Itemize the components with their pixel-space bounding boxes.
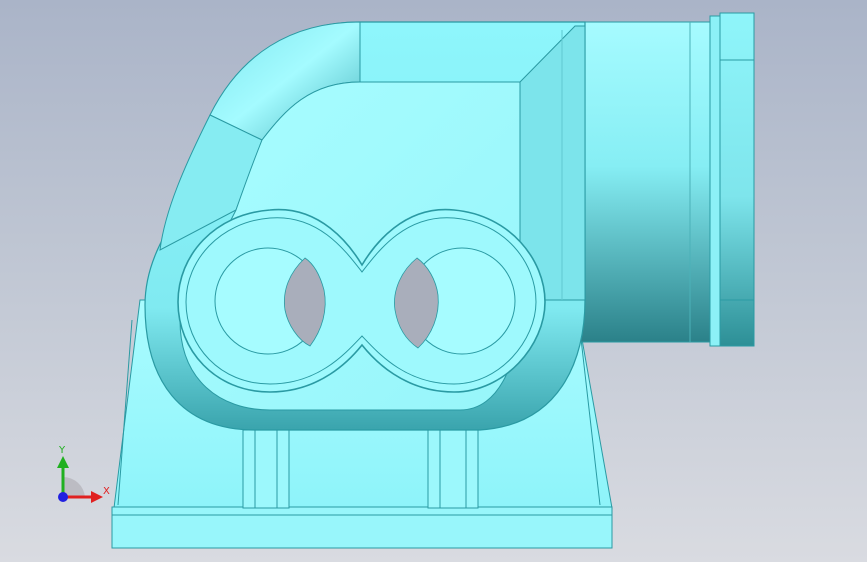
outlet-flange bbox=[709, 12, 755, 347]
3d-viewport[interactable]: Y X bbox=[0, 0, 867, 562]
axis-triad: Y X bbox=[57, 445, 110, 503]
outlet-pipe bbox=[579, 21, 715, 343]
y-axis-arrow-icon bbox=[57, 456, 69, 468]
z-axis-dot bbox=[58, 492, 68, 502]
y-axis-label: Y bbox=[58, 445, 66, 456]
x-axis-label: X bbox=[103, 486, 110, 497]
x-axis-arrow-icon bbox=[91, 491, 103, 503]
